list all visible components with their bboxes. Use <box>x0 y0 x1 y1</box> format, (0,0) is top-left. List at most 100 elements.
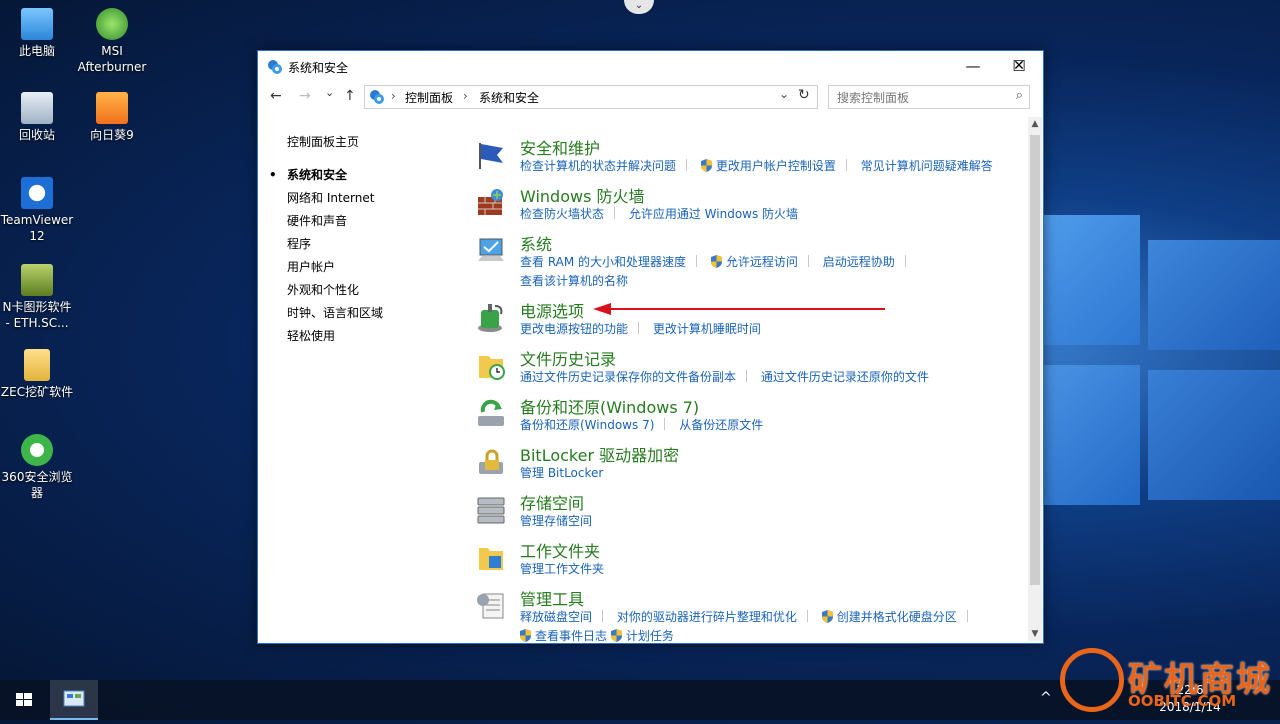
category-title[interactable]: 工作文件夹 <box>520 538 600 562</box>
nav-item-system-security[interactable]: • 系统和安全 <box>269 164 457 187</box>
uac-shield-icon <box>700 159 712 172</box>
link-check-status[interactable]: 检查计算机的状态并解决问题 <box>520 157 676 174</box>
watermark-site: OOBITC.COM <box>1128 692 1237 710</box>
category-title[interactable]: 系统 <box>520 231 552 255</box>
chevron-right-icon: › <box>391 89 396 103</box>
close-icon: ✕ <box>1013 58 1025 74</box>
search-icon: ⌕ <box>1015 88 1023 103</box>
search-input[interactable]: 搜索控制面板 ⌕ <box>828 85 1030 109</box>
close-button[interactable]: ✕ <box>996 51 1042 81</box>
nvidia-tool-icon <box>21 264 53 296</box>
wallpaper-pane <box>1042 365 1140 505</box>
category-title[interactable]: 备份和还原(Windows 7) <box>520 394 699 418</box>
breadcrumb-control-panel[interactable]: 控制面板 <box>405 89 453 106</box>
link-restore-files[interactable]: 通过文件历史记录还原你的文件 <box>761 368 929 385</box>
uac-shield-icon <box>520 629 531 642</box>
desktop-icon-msi-afterburner[interactable]: MSI Afterburner <box>75 8 149 75</box>
navigation-bar: ← → ⌄ ↑ › 控制面板 › 系统和安全 ⌄ ↻ 搜索控制面板 ⌕ <box>258 82 1043 114</box>
nav-item-appearance[interactable]: 外观和个性化 <box>287 279 457 302</box>
link-manage-bitlocker[interactable]: 管理 BitLocker <box>520 464 603 481</box>
afterburner-icon <box>96 8 128 40</box>
start-button[interactable] <box>0 680 48 720</box>
nav-item-user-accounts[interactable]: 用户帐户 <box>287 256 457 279</box>
category-firewall: Windows 防火墙 检查防火墙状态 允许应用通过 Windows 防火墙 <box>474 183 1014 231</box>
sunflower-icon <box>96 92 128 124</box>
control-panel-window: 系统和安全 — ☐ ✕ ← → ⌄ ↑ › 控制面板 › 系统和安全 ⌄ ↻ 搜… <box>257 50 1044 644</box>
work-folders-icon <box>479 548 503 570</box>
browser-360-icon <box>21 434 53 466</box>
taskbar-control-panel[interactable] <box>50 680 98 720</box>
link-allow-remote-access[interactable]: 允许远程访问 <box>726 253 798 270</box>
storage-spaces-icon <box>477 497 505 524</box>
scroll-up-arrow-icon[interactable]: ▲ <box>1028 119 1042 129</box>
nav-control-panel-home[interactable]: 控制面板主页 <box>287 131 457 154</box>
desktop-icon-360-browser[interactable]: 360安全浏览器 <box>0 434 74 501</box>
link-firewall-status[interactable]: 检查防火墙状态 <box>520 205 604 222</box>
link-view-ram-cpu[interactable]: 查看 RAM 的大小和处理器速度 <box>520 253 686 270</box>
nav-item-hardware-sound[interactable]: 硬件和声音 <box>287 210 457 233</box>
desktop-icon-sunflower[interactable]: 向日葵9 <box>75 92 149 143</box>
forward-button[interactable]: → <box>299 88 311 104</box>
link-restore-from-backup[interactable]: 从备份还原文件 <box>679 416 763 433</box>
link-task-scheduler[interactable]: 计划任务 <box>626 629 674 643</box>
link-allow-app-firewall[interactable]: 允许应用通过 Windows 防火墙 <box>629 205 798 222</box>
address-bar[interactable]: › 控制面板 › 系统和安全 ⌄ <box>364 85 818 109</box>
desktop-icon-teamviewer[interactable]: TeamViewer 12 <box>0 177 74 244</box>
scrollbar-thumb[interactable] <box>1030 135 1040 585</box>
nav-item-network-internet[interactable]: 网络和 Internet <box>287 187 457 210</box>
link-manage-storage-spaces[interactable]: 管理存储空间 <box>520 512 592 529</box>
category-title[interactable]: 存储空间 <box>520 490 584 514</box>
chevron-down-icon[interactable]: ⌄ <box>779 87 789 101</box>
link-remote-assistance[interactable]: 启动远程协助 <box>823 253 895 270</box>
link-backup-restore-win7[interactable]: 备份和还原(Windows 7) <box>520 416 654 433</box>
current-page-bullet: • <box>269 168 277 182</box>
left-navigation: 控制面板主页 • 系统和安全 网络和 Internet 硬件和声音 程序 用户帐… <box>269 131 457 348</box>
nav-item-clock-region[interactable]: 时钟、语言和区域 <box>287 302 457 325</box>
link-create-format-partitions[interactable]: 创建并格式化硬盘分区 <box>837 608 957 625</box>
category-title[interactable]: 电源选项 <box>520 298 584 322</box>
file-history-icon <box>479 356 505 380</box>
computer-icon <box>21 8 53 40</box>
refresh-button[interactable]: ↻ <box>798 87 810 103</box>
recycle-bin-icon <box>21 92 53 124</box>
title-bar[interactable]: 系统和安全 — ☐ <box>258 51 1043 82</box>
link-uac-settings[interactable]: 更改用户帐户控制设置 <box>716 157 836 174</box>
minimize-button[interactable]: — <box>950 51 996 81</box>
link-computer-name[interactable]: 查看该计算机的名称 <box>520 274 628 288</box>
show-hidden-icons-button[interactable]: ^ <box>1040 690 1052 706</box>
up-button[interactable]: ↑ <box>344 88 356 104</box>
chevron-down-icon[interactable]: ⌄ <box>624 0 654 14</box>
link-troubleshoot[interactable]: 常见计算机问题疑难解答 <box>861 157 993 174</box>
link-save-backup-copies[interactable]: 通过文件历史记录保存你的文件备份副本 <box>520 368 736 385</box>
category-title[interactable]: 文件历史记录 <box>520 346 616 370</box>
vertical-scrollbar[interactable]: ▲ ▼ <box>1028 117 1042 641</box>
desktop-icon-zec-miner[interactable]: ZEC挖矿软件 <box>0 349 74 400</box>
nav-item-programs[interactable]: 程序 <box>287 233 457 256</box>
nav-item-ease-of-access[interactable]: 轻松使用 <box>287 325 457 348</box>
category-system: 系统 查看 RAM 的大小和处理器速度 允许远程访问 启动远程协助 查看该计算机… <box>474 231 1014 298</box>
wallpaper-pane <box>1148 370 1280 500</box>
category-title[interactable]: BitLocker 驱动器加密 <box>520 442 679 466</box>
backup-restore-icon <box>478 399 504 426</box>
bitlocker-icon <box>479 449 503 474</box>
category-bitlocker: BitLocker 驱动器加密 管理 BitLocker <box>474 442 1014 490</box>
link-free-disk-space[interactable]: 释放磁盘空间 <box>520 608 592 625</box>
category-title[interactable]: Windows 防火墙 <box>520 183 645 207</box>
category-title[interactable]: 管理工具 <box>520 586 584 610</box>
link-sleep-time[interactable]: 更改计算机睡眠时间 <box>653 320 761 337</box>
link-manage-work-folders[interactable]: 管理工作文件夹 <box>520 560 604 577</box>
link-defragment[interactable]: 对你的驱动器进行碎片整理和优化 <box>617 608 797 625</box>
link-power-button-function[interactable]: 更改电源按钮的功能 <box>520 320 628 337</box>
link-event-logs[interactable]: 查看事件日志 <box>535 629 607 643</box>
breadcrumb-system-security[interactable]: 系统和安全 <box>479 89 539 106</box>
control-panel-icon <box>268 60 282 74</box>
control-panel-icon <box>63 690 85 707</box>
category-title[interactable]: 安全和维护 <box>520 135 600 159</box>
wallpaper-pane <box>1148 240 1280 350</box>
recent-locations-button[interactable]: ⌄ <box>325 86 334 99</box>
desktop-icon-this-pc[interactable]: 此电脑 <box>0 8 74 59</box>
scroll-down-arrow-icon[interactable]: ▼ <box>1028 629 1042 639</box>
desktop-icon-nvidia-tool[interactable]: N卡图形软件 - ETH.SC... <box>0 264 74 331</box>
desktop-icon-recycle-bin[interactable]: 回收站 <box>0 92 74 143</box>
back-button[interactable]: ← <box>270 88 282 104</box>
